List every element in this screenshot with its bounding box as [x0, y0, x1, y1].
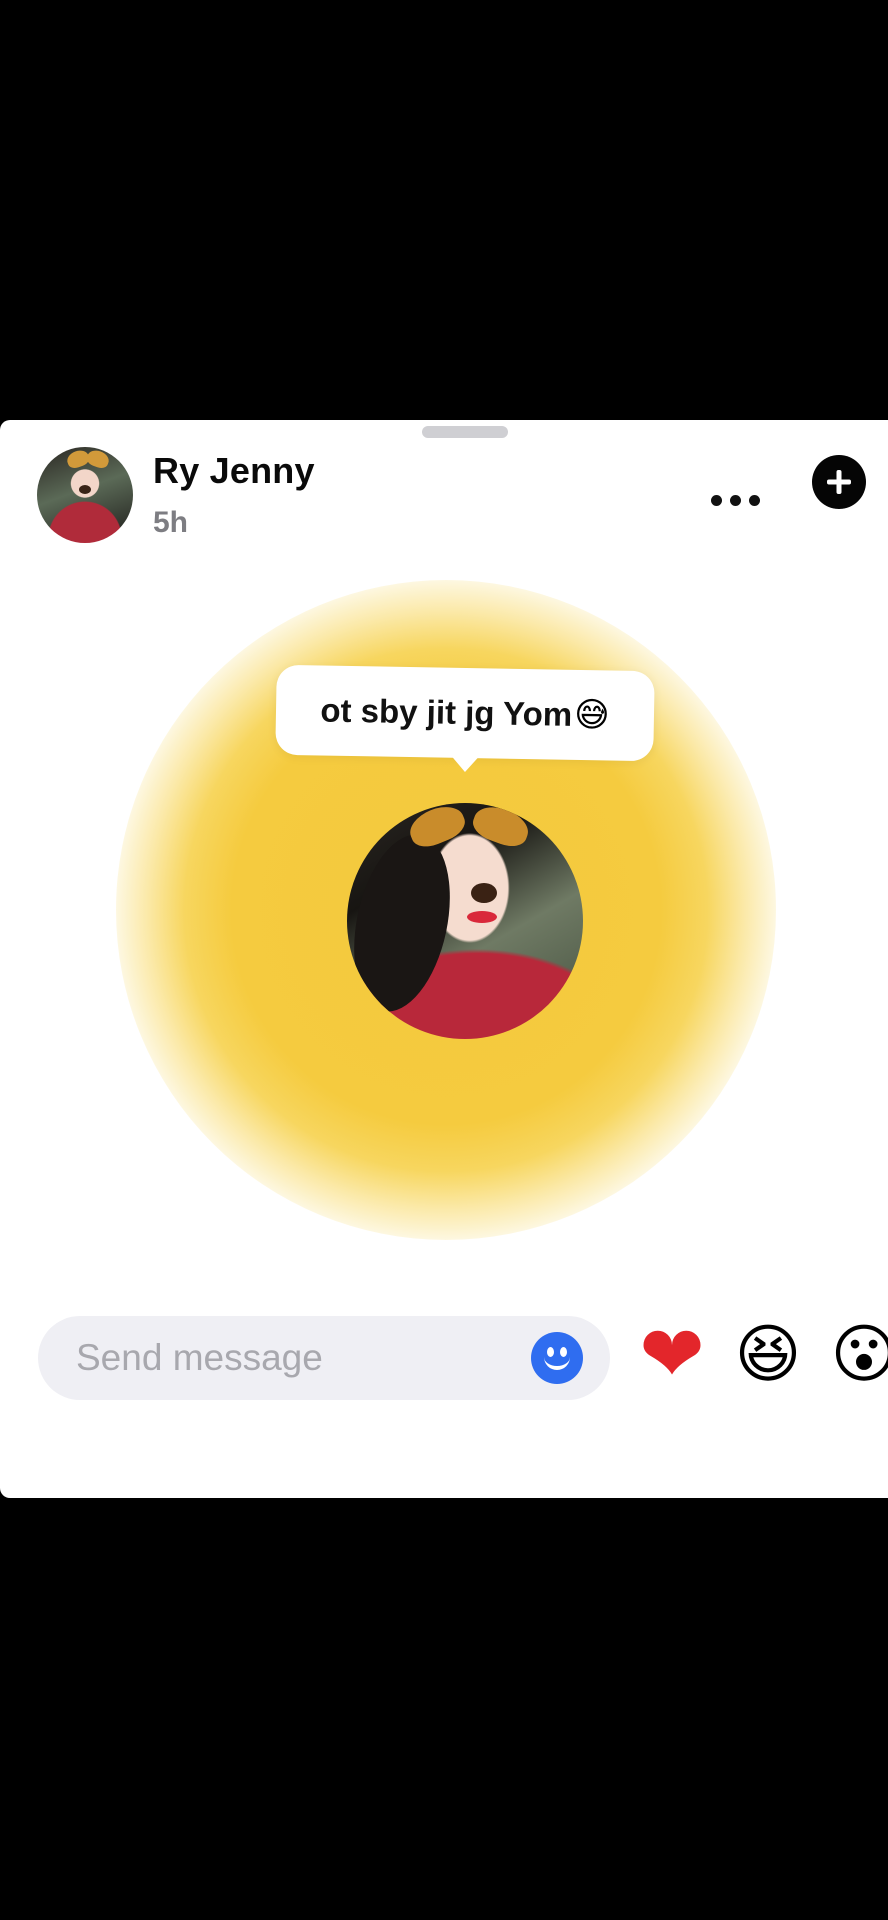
plus-circle-icon [827, 470, 851, 494]
avatar[interactable] [37, 447, 133, 543]
more-horizontal-icon [710, 494, 722, 506]
user-name[interactable]: Ry Jenny [153, 450, 315, 492]
more-dot [748, 494, 760, 506]
lips [467, 911, 497, 923]
screen: Ry Jenny 5h ot sby jit jg Yom 😅 Send mes… [0, 0, 888, 1920]
more-dot [729, 494, 741, 506]
smiley-mouth [544, 1354, 570, 1370]
heart-reaction-button[interactable]: ❤ [630, 1312, 714, 1396]
laughing-reaction-button[interactable]: 😆 [726, 1312, 810, 1396]
note-sheet: Ry Jenny 5h ot sby jit jg Yom 😅 Send mes… [0, 420, 888, 1498]
more-options-button[interactable] [700, 470, 770, 530]
note-emoji: 😅 [573, 695, 610, 735]
dog-nose [79, 485, 91, 494]
emoji-button[interactable] [531, 1332, 583, 1384]
dog-ear-right [84, 447, 112, 471]
dog-nose [471, 883, 497, 903]
note-text: ot sby jit jg Yom [320, 691, 573, 733]
message-composer[interactable] [38, 1316, 610, 1400]
message-input[interactable] [76, 1316, 496, 1400]
time-ago: 5h [153, 506, 189, 539]
surprised-reaction-button[interactable]: 😮 [822, 1312, 888, 1396]
note-header: Ry Jenny 5h [0, 420, 888, 550]
add-note-button[interactable] [812, 455, 866, 509]
note-bubble[interactable]: ot sby jit jg Yom 😅 [275, 664, 655, 762]
note-avatar[interactable] [347, 803, 583, 1039]
